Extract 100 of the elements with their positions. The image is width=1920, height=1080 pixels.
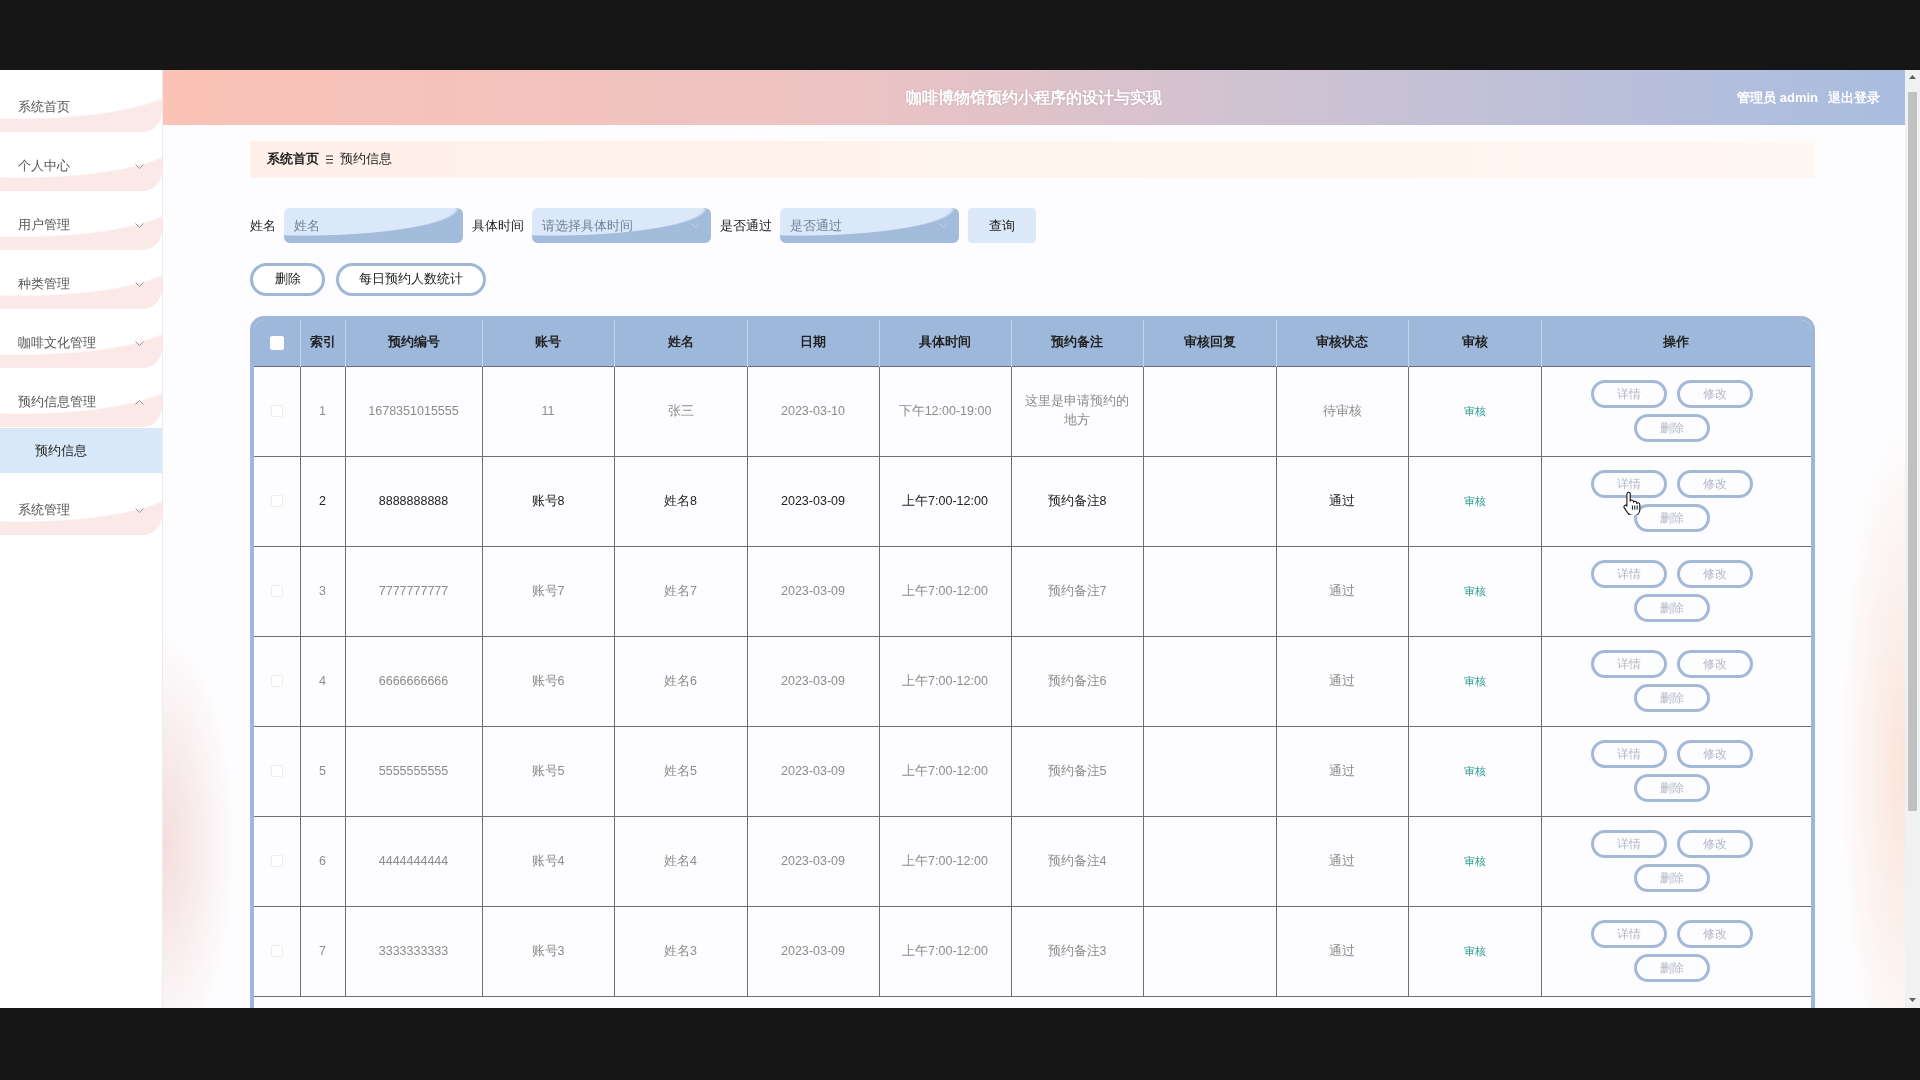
review-link[interactable]: 审核 [1463, 852, 1486, 870]
review-link[interactable]: 审核 [1463, 492, 1486, 510]
table-cell: 姓名8 [614, 456, 747, 546]
table-cell: 3333333333 [345, 906, 482, 996]
table-cell: 预约备注7 [1011, 546, 1143, 636]
row-action-button[interactable]: 详情 [1590, 560, 1667, 588]
review-link[interactable]: 审核 [1463, 762, 1486, 780]
table-cell: 2023-03-09 [747, 456, 879, 546]
table-cell: 上午7:00-12:00 [879, 636, 1011, 726]
row-action-button[interactable]: 详情 [1590, 830, 1667, 858]
table-cell: 5555555555 [345, 726, 482, 816]
table-cell: 这里是申请预约的地方 [1011, 366, 1143, 456]
column-header: 审核回复 [1143, 320, 1276, 366]
row-action-button[interactable]: 删除 [1633, 954, 1710, 982]
row-action-button[interactable]: 删除 [1633, 864, 1710, 892]
table-cell: 通过 [1276, 636, 1408, 726]
row-action-button[interactable]: 修改 [1676, 920, 1753, 948]
table-cell: 1678351015555 [345, 366, 482, 456]
text-input-field[interactable]: 姓名 [284, 208, 463, 243]
table-cell: 上午7:00-12:00 [879, 456, 1011, 546]
logout-link[interactable]: 退出登录 [1828, 87, 1880, 108]
chevron-down-icon [939, 223, 948, 228]
table-cell: 待审核 [1276, 366, 1408, 456]
row-action-button[interactable]: 删除 [1633, 414, 1710, 442]
breadcrumb-separator-icon [326, 155, 333, 164]
review-link[interactable]: 审核 [1463, 672, 1486, 690]
table-cell: 上午7:00-12:00 [879, 816, 1011, 906]
select-field[interactable]: 是否通过 [780, 208, 959, 243]
table-cell: 通过 [1276, 456, 1408, 546]
row-action-button[interactable]: 详情 [1590, 740, 1667, 768]
column-header: 预约备注 [1011, 320, 1143, 366]
action-button[interactable]: 每日预约人数统计 [336, 263, 486, 296]
review-link[interactable]: 审核 [1463, 402, 1486, 420]
row-action-button[interactable]: 详情 [1590, 380, 1667, 408]
select-all-checkbox[interactable] [269, 336, 284, 351]
table-cell: 姓名4 [614, 816, 747, 906]
table-cell: 账号5 [482, 726, 614, 816]
row-action-button[interactable]: 修改 [1676, 560, 1753, 588]
column-header: 审核状态 [1276, 320, 1408, 366]
breadcrumb-link[interactable]: 系统首页 [267, 150, 319, 169]
table-cell: 2023-03-09 [747, 906, 879, 996]
table-cell: 张三 [614, 366, 747, 456]
sidebar-submenu-item[interactable]: 预约信息 [0, 428, 162, 473]
chevron-down-icon [691, 223, 700, 228]
table-cell: 姓名6 [614, 636, 747, 726]
table-cell: 2023-03-09 [747, 816, 879, 906]
table-cell: 账号6 [482, 636, 614, 726]
scroll-up-arrow-icon[interactable] [1909, 75, 1916, 79]
table-cell: 2 [300, 456, 345, 546]
table-cell: 通过 [1276, 816, 1408, 906]
table-cell: 5 [300, 726, 345, 816]
table-cell: 2023-03-09 [747, 726, 879, 816]
action-button[interactable]: 删除 [250, 263, 325, 296]
table-cell: 账号8 [482, 456, 614, 546]
table-cell: 下午12:00-19:00 [879, 366, 1011, 456]
review-link[interactable]: 审核 [1463, 942, 1486, 960]
table-cell: 姓名3 [614, 906, 747, 996]
table-cell: 上午7:00-12:00 [879, 726, 1011, 816]
column-header: 索引 [300, 320, 345, 366]
table-cell: 预约备注6 [1011, 636, 1143, 726]
table-cell: 预约备注4 [1011, 816, 1143, 906]
column-header: 具体时间 [879, 320, 1011, 366]
row-action-button[interactable]: 修改 [1676, 740, 1753, 768]
table-cell: 姓名7 [614, 546, 747, 636]
table-cell: 账号3 [482, 906, 614, 996]
row-action-button[interactable]: 删除 [1633, 774, 1710, 802]
table-cell: 预约备注5 [1011, 726, 1143, 816]
table-cell: 7777777777 [345, 546, 482, 636]
scroll-down-arrow-icon[interactable] [1909, 998, 1916, 1002]
review-link[interactable]: 审核 [1463, 582, 1486, 600]
table-cell: 6666666666 [345, 636, 482, 726]
row-action-button[interactable]: 修改 [1676, 470, 1753, 498]
table-cell: 2023-03-09 [747, 636, 879, 726]
table-cell: 上午7:00-12:00 [879, 546, 1011, 636]
user-label: 管理员 admin [1737, 88, 1818, 107]
scrollbar[interactable] [1905, 70, 1920, 1008]
table-cell: 上午7:00-12:00 [879, 906, 1011, 996]
row-action-button[interactable]: 详情 [1590, 650, 1667, 678]
table-cell: 预约备注8 [1011, 456, 1143, 546]
table-cell: 4 [300, 636, 345, 726]
row-action-button[interactable]: 详情 [1590, 470, 1667, 498]
column-header: 审核 [1408, 320, 1541, 366]
select-field[interactable]: 请选择具体时间 [532, 208, 711, 243]
row-action-button[interactable]: 修改 [1676, 650, 1753, 678]
column-header: 账号 [482, 320, 614, 366]
hand-cursor-icon [1622, 491, 1641, 515]
row-action-button[interactable]: 删除 [1633, 684, 1710, 712]
column-header: 预约编号 [345, 320, 482, 366]
table-cell: 3 [300, 546, 345, 636]
row-action-button[interactable]: 详情 [1590, 920, 1667, 948]
table-cell: 通过 [1276, 726, 1408, 816]
table-cell: 2023-03-09 [747, 546, 879, 636]
table-cell: 预约备注3 [1011, 906, 1143, 996]
row-action-button[interactable]: 修改 [1676, 830, 1753, 858]
table-cell: 账号4 [482, 816, 614, 906]
column-header: 操作 [1541, 320, 1811, 366]
row-action-button[interactable]: 删除 [1633, 594, 1710, 622]
filter-label: 具体时间 [472, 216, 524, 235]
search-button[interactable]: 查询 [968, 208, 1036, 243]
row-action-button[interactable]: 修改 [1676, 380, 1753, 408]
